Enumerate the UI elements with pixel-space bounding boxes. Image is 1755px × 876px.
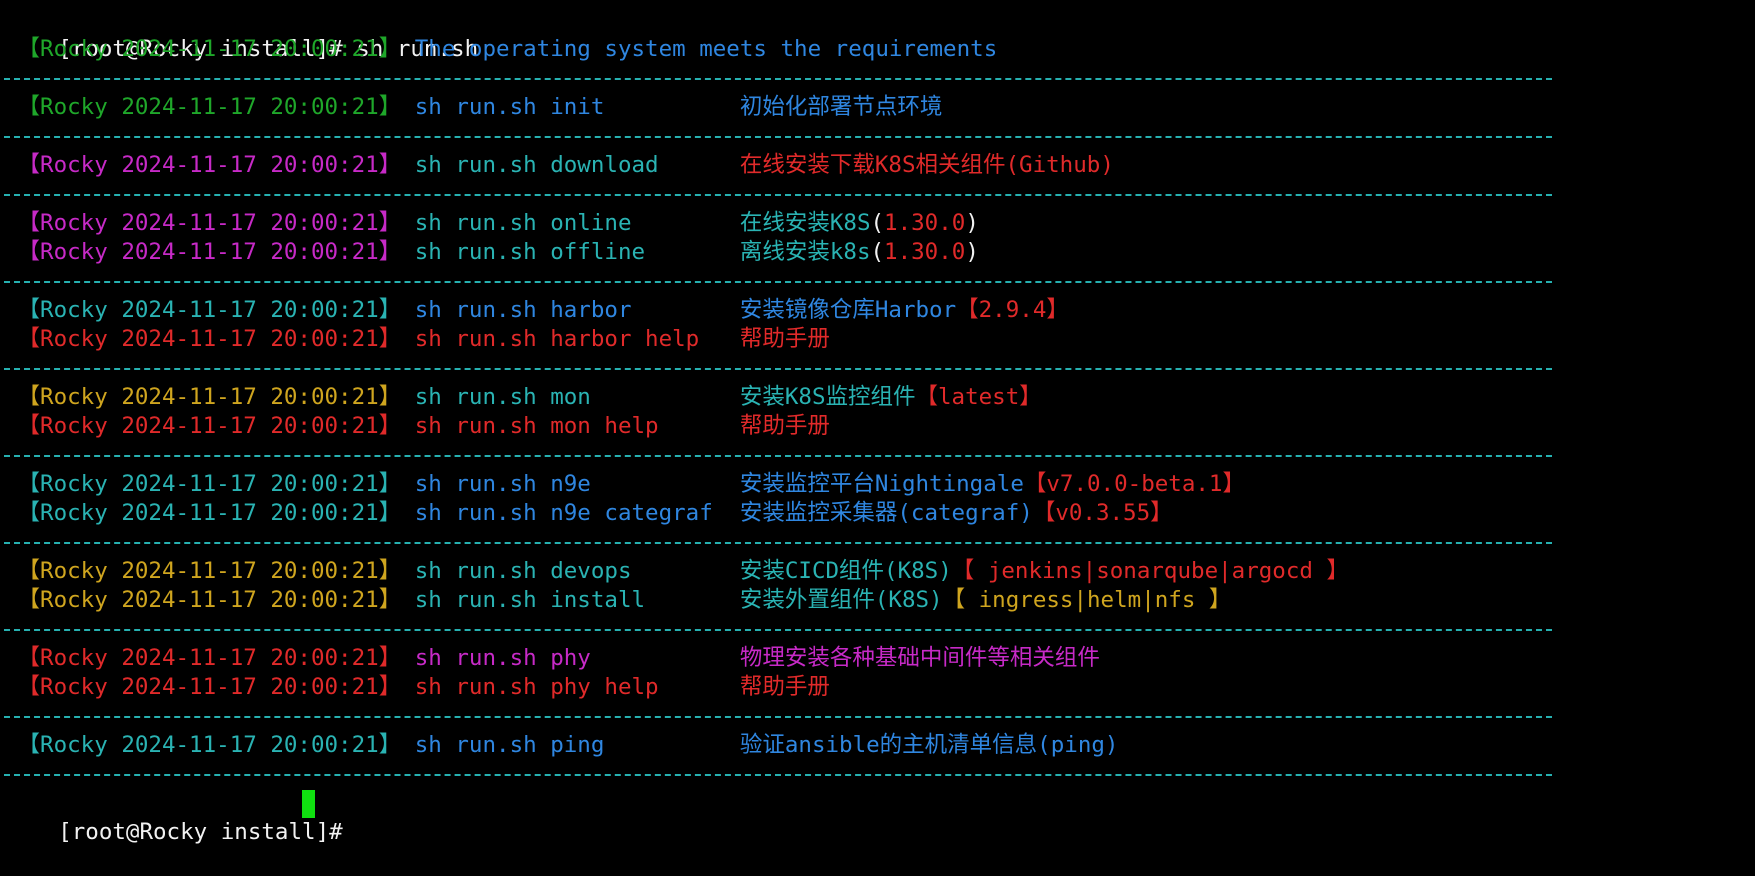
description-text: ): [965, 239, 979, 265]
log-timestamp: 【Rocky 2024-11-17 20:00:21】: [4, 587, 415, 613]
separator-line: [4, 542, 1552, 544]
log-timestamp: 【Rocky 2024-11-17 20:00:21】: [4, 500, 415, 526]
description-text: 1.30.0: [884, 210, 966, 236]
command-text: sh run.sh install: [414, 587, 740, 613]
log-timestamp: 【Rocky 2024-11-17 20:00:21】: [4, 384, 415, 410]
output-line: 【Rocky 2024-11-17 20:00:21】 sh run.sh n9…: [4, 470, 1245, 499]
log-timestamp: 【Rocky 2024-11-17 20:00:21】: [4, 94, 415, 120]
log-timestamp: 【Rocky 2024-11-17 20:00:21】: [4, 152, 415, 178]
terminal-window[interactable]: [root@Rocky install]# sh run.sh 【Rocky 2…: [0, 0, 1755, 845]
output-line: 【Rocky 2024-11-17 20:00:21】 sh run.sh on…: [4, 209, 979, 238]
command-text: sh run.sh n9e categraf: [414, 500, 740, 526]
command-text: sh run.sh harbor help: [414, 326, 740, 352]
description-text: 【v7.0.0-beta.1】: [1023, 471, 1245, 497]
command-prompt-line: [root@Rocky install]# sh run.sh: [4, 6, 478, 62]
separator-line: [4, 368, 1552, 370]
description-text: 1.30.0: [884, 239, 966, 265]
separator-line: [4, 716, 1552, 718]
log-timestamp: 【Rocky 2024-11-17 20:00:21】: [4, 326, 415, 352]
output-line: 【Rocky 2024-11-17 20:00:21】 sh run.sh pi…: [4, 731, 1119, 760]
output-line: 【Rocky 2024-11-17 20:00:21】 sh run.sh mo…: [4, 412, 830, 441]
description-text: 安装K8S监控组件: [739, 384, 916, 410]
output-line: 【Rocky 2024-11-17 20:00:21】 sh run.sh de…: [4, 557, 1349, 586]
description-text: 初始化部署节点环境: [739, 94, 943, 120]
log-timestamp: 【Rocky 2024-11-17 20:00:21】: [4, 210, 415, 236]
command-text: sh run.sh init: [414, 94, 740, 120]
description-text: 【2.9.4】: [956, 297, 1069, 323]
log-timestamp: 【Rocky 2024-11-17 20:00:21】: [4, 413, 415, 439]
command-text: sh run.sh phy: [414, 645, 740, 671]
description-text: 物理安装各种基础中间件等相关组件: [739, 645, 1100, 671]
output-line: 【Rocky 2024-11-17 20:00:21】 sh run.sh of…: [4, 238, 979, 267]
command-text: sh run.sh mon: [414, 384, 740, 410]
log-timestamp: 【Rocky 2024-11-17 20:00:21】: [4, 732, 415, 758]
output-line: 【Rocky 2024-11-17 20:00:21】 sh run.sh mo…: [4, 383, 1042, 412]
separator-line: [4, 281, 1552, 283]
description-text: ): [965, 210, 979, 236]
description-text: 【 ingress|helm|nfs 】: [942, 587, 1232, 613]
description-text: 【latest】: [915, 384, 1042, 410]
command-text: sh run.sh devops: [414, 558, 740, 584]
command-text: sh run.sh offline: [414, 239, 740, 265]
description-text: 安装监控平台Nightingale: [739, 471, 1024, 497]
log-timestamp: 【Rocky 2024-11-17 20:00:21】: [4, 297, 415, 323]
output-line: 【Rocky 2024-11-17 20:00:21】 sh run.sh ph…: [4, 644, 1100, 673]
output-line: 【Rocky 2024-11-17 20:00:21】 sh run.sh in…: [4, 586, 1232, 615]
log-timestamp: 【Rocky 2024-11-17 20:00:21】: [4, 471, 415, 497]
separator-line: [4, 78, 1552, 80]
description-text: 帮助手册: [739, 674, 830, 700]
command-text: The operating system meets the requireme…: [414, 36, 998, 62]
description-text: 安装镜像仓库Harbor: [739, 297, 957, 323]
output-line: 【Rocky 2024-11-17 20:00:21】 sh run.sh do…: [4, 151, 1114, 180]
description-text: 在线安装K8S: [739, 210, 871, 236]
log-timestamp: 【Rocky 2024-11-17 20:00:21】: [4, 558, 415, 584]
output-line: 【Rocky 2024-11-17 20:00:21】 sh run.sh ph…: [4, 673, 830, 702]
separator-line: [4, 136, 1552, 138]
command-text: sh run.sh n9e: [414, 471, 740, 497]
command-text: sh run.sh phy help: [414, 674, 740, 700]
final-prompt-text: [root@Rocky install]#: [58, 819, 357, 845]
command-text: sh run.sh mon help: [414, 413, 740, 439]
separator-line: [4, 455, 1552, 457]
description-text: 安装CICD组件(K8S): [739, 558, 952, 584]
description-text: 在线安装下载K8S相关组件(Github): [739, 152, 1114, 178]
output-line: 【Rocky 2024-11-17 20:00:21】 sh run.sh ha…: [4, 296, 1069, 325]
output-line: 【Rocky 2024-11-17 20:00:21】 sh run.sh ha…: [4, 325, 830, 354]
description-text: 安装外置组件(K8S): [739, 587, 943, 613]
separator-line: [4, 629, 1552, 631]
output-line: 【Rocky 2024-11-17 20:00:21】 sh run.sh n9…: [4, 499, 1173, 528]
separator-line: [4, 194, 1552, 196]
command-text: sh run.sh harbor: [414, 297, 740, 323]
log-timestamp: 【Rocky 2024-11-17 20:00:21】: [4, 239, 415, 265]
description-text: (: [870, 210, 885, 236]
log-timestamp: 【Rocky 2024-11-17 20:00:21】: [4, 674, 415, 700]
log-timestamp: 【Rocky 2024-11-17 20:00:21】: [4, 36, 415, 62]
description-text: 【v0.3.55】: [1032, 500, 1173, 526]
log-timestamp: 【Rocky 2024-11-17 20:00:21】: [4, 645, 415, 671]
command-text: sh run.sh ping: [414, 732, 740, 758]
command-text: sh run.sh online: [414, 210, 740, 236]
separator-line: [4, 774, 1552, 776]
description-text: 安装监控采集器(categraf): [739, 500, 1033, 526]
description-text: 帮助手册: [739, 413, 830, 439]
description-text: 验证ansible的主机清单信息(ping): [739, 732, 1119, 758]
output-line: 【Rocky 2024-11-17 20:00:21】 The operatin…: [4, 35, 998, 64]
output-line: 【Rocky 2024-11-17 20:00:21】 sh run.sh in…: [4, 93, 943, 122]
description-text: 【 jenkins|sonarqube|argocd 】: [951, 558, 1349, 584]
description-text: 帮助手册: [739, 326, 830, 352]
command-text: sh run.sh download: [414, 152, 740, 178]
description-text: (: [870, 239, 885, 265]
text-cursor: [302, 790, 316, 818]
description-text: 离线安装k8s: [739, 239, 871, 265]
